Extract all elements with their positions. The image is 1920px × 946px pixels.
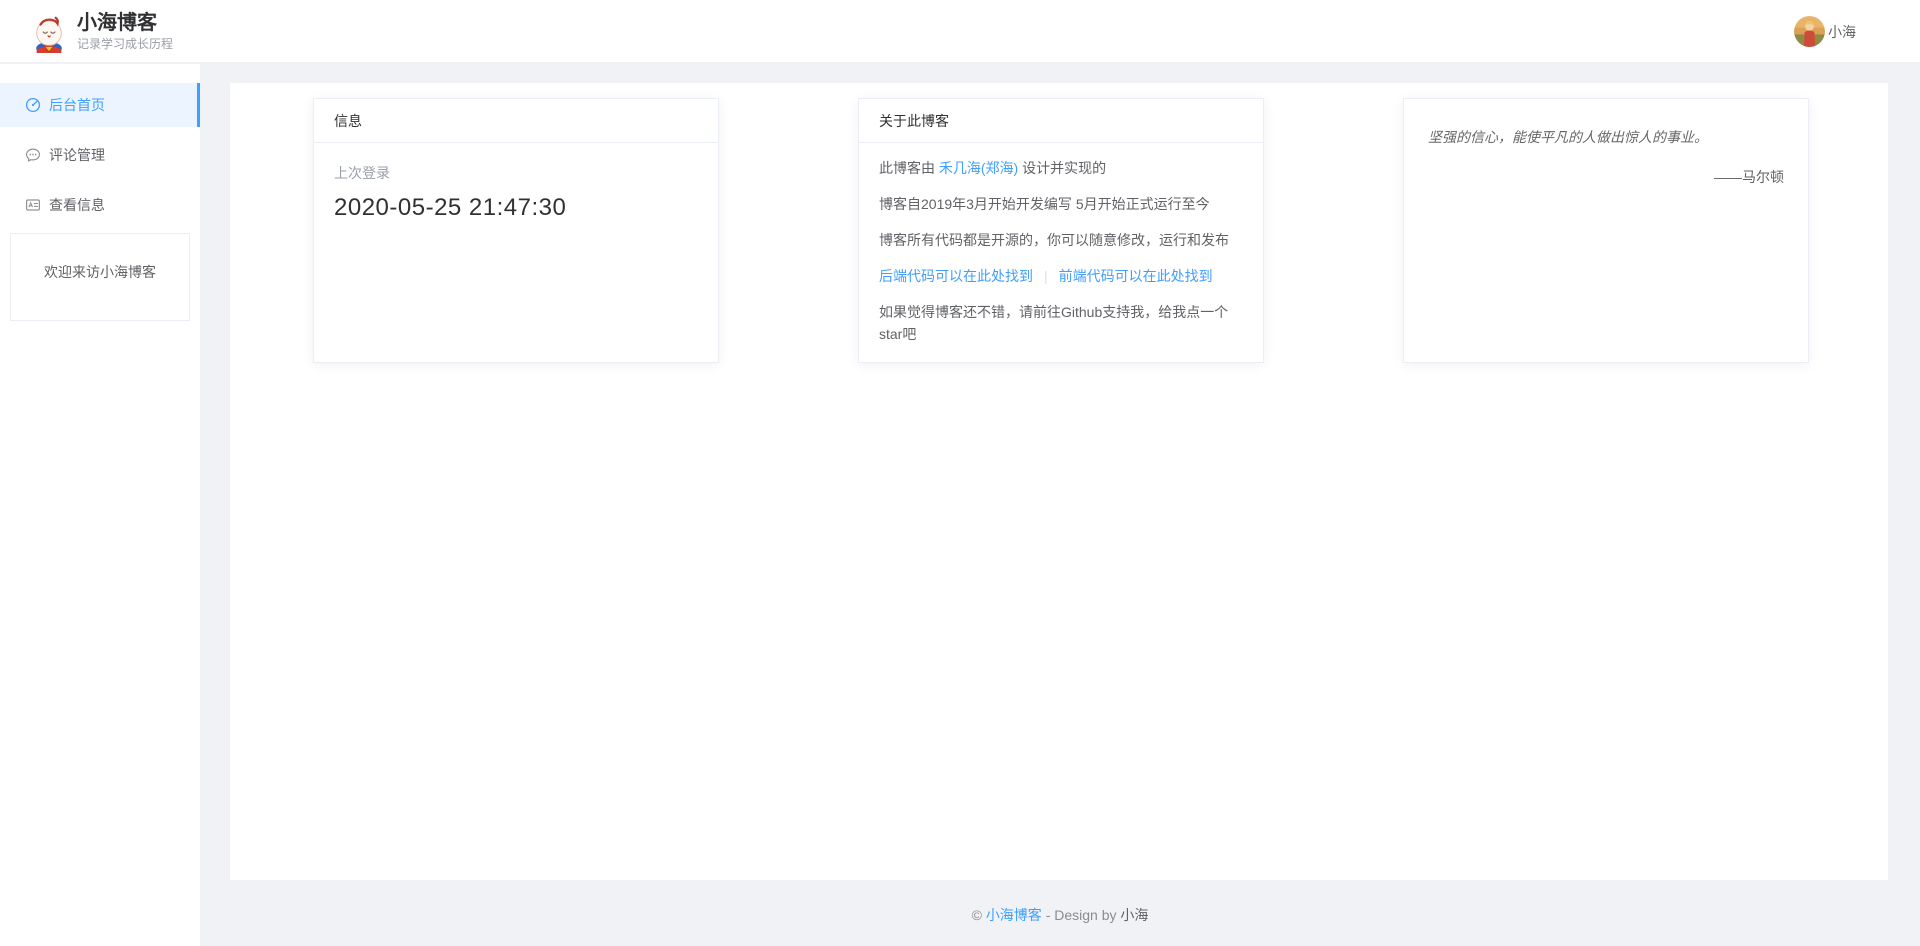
sidebar-item-view-info[interactable]: 查看信息 <box>0 183 200 227</box>
main-area: 信息 上次登录 2020-05-25 21:47:30 关于此博客 此博客由 禾… <box>200 64 1920 946</box>
brand[interactable]: 小海博客 记录学习成长历程 <box>30 9 173 53</box>
sidebar-welcome-box: 欢迎来访小海博客 <box>10 233 190 321</box>
user-menu[interactable]: 小海 <box>1794 0 1856 63</box>
last-login-label: 上次登录 <box>334 163 698 183</box>
about-line-history: 博客自2019年3月开始开发编写 5月开始正式运行至今 <box>879 193 1243 215</box>
info-card-icon <box>25 197 41 213</box>
footer-site-link[interactable]: 小海博客 <box>986 907 1042 923</box>
user-name: 小海 <box>1828 22 1856 42</box>
sidebar-item-comments[interactable]: 评论管理 <box>0 133 200 177</box>
quote-card: 坚强的信心，能使平凡的人做出惊人的事业。 ——马尔顿 <box>1403 98 1809 363</box>
site-title: 小海博客 <box>77 11 173 35</box>
sidebar: 后台首页 评论管理 查看信息 欢迎来访小海博客 <box>0 64 200 946</box>
top-header: 小海博客 记录学习成长历程 小海 <box>0 0 1920 63</box>
sidebar-item-dashboard[interactable]: 后台首页 <box>0 83 200 127</box>
welcome-text: 欢迎来访小海博客 <box>44 264 156 280</box>
about-card: 关于此博客 此博客由 禾几海(郑海) 设计并实现的 博客自2019年3月开始开发… <box>858 98 1264 363</box>
about-line-links: 后端代码可以在此处找到|前端代码可以在此处找到 <box>879 265 1243 287</box>
site-logo-icon <box>30 15 68 53</box>
about-line-author: 此博客由 禾几海(郑海) 设计并实现的 <box>879 157 1243 179</box>
author-link[interactable]: 禾几海(郑海) <box>939 160 1018 176</box>
page-footer: © 小海博客 - Design by 小海 <box>200 905 1920 925</box>
link-divider: | <box>1033 268 1059 284</box>
sidebar-item-label: 评论管理 <box>49 145 105 165</box>
site-subtitle: 记录学习成长历程 <box>77 36 173 52</box>
copyright-symbol: © <box>972 907 982 923</box>
info-card: 信息 上次登录 2020-05-25 21:47:30 <box>313 98 719 363</box>
quote-author: ——马尔顿 <box>1428 167 1784 187</box>
about-line-github-star: 如果觉得博客还不错，请前往Github支持我，给我点一个star吧 <box>879 301 1243 345</box>
sidebar-item-label: 查看信息 <box>49 195 105 215</box>
about-line-opensource: 博客所有代码都是开源的，你可以随意修改，运行和发布 <box>879 229 1243 251</box>
sidebar-item-label: 后台首页 <box>49 95 105 115</box>
footer-designer-name: 小海 <box>1120 907 1148 923</box>
quote-text: 坚强的信心，能使平凡的人做出惊人的事业。 <box>1428 127 1784 147</box>
content-panel: 信息 上次登录 2020-05-25 21:47:30 关于此博客 此博客由 禾… <box>230 83 1888 880</box>
info-card-title: 信息 <box>314 99 718 143</box>
footer-middle-text: - Design by <box>1042 907 1121 923</box>
last-login-value: 2020-05-25 21:47:30 <box>334 194 698 222</box>
user-avatar <box>1794 16 1825 47</box>
dashboard-gauge-icon <box>25 97 41 113</box>
about-author-prefix: 此博客由 <box>879 160 939 176</box>
backend-code-link[interactable]: 后端代码可以在此处找到 <box>879 268 1033 284</box>
frontend-code-link[interactable]: 前端代码可以在此处找到 <box>1059 268 1213 284</box>
about-author-suffix: 设计并实现的 <box>1018 160 1106 176</box>
comment-bubble-icon <box>25 147 41 163</box>
about-card-title: 关于此博客 <box>859 99 1263 143</box>
